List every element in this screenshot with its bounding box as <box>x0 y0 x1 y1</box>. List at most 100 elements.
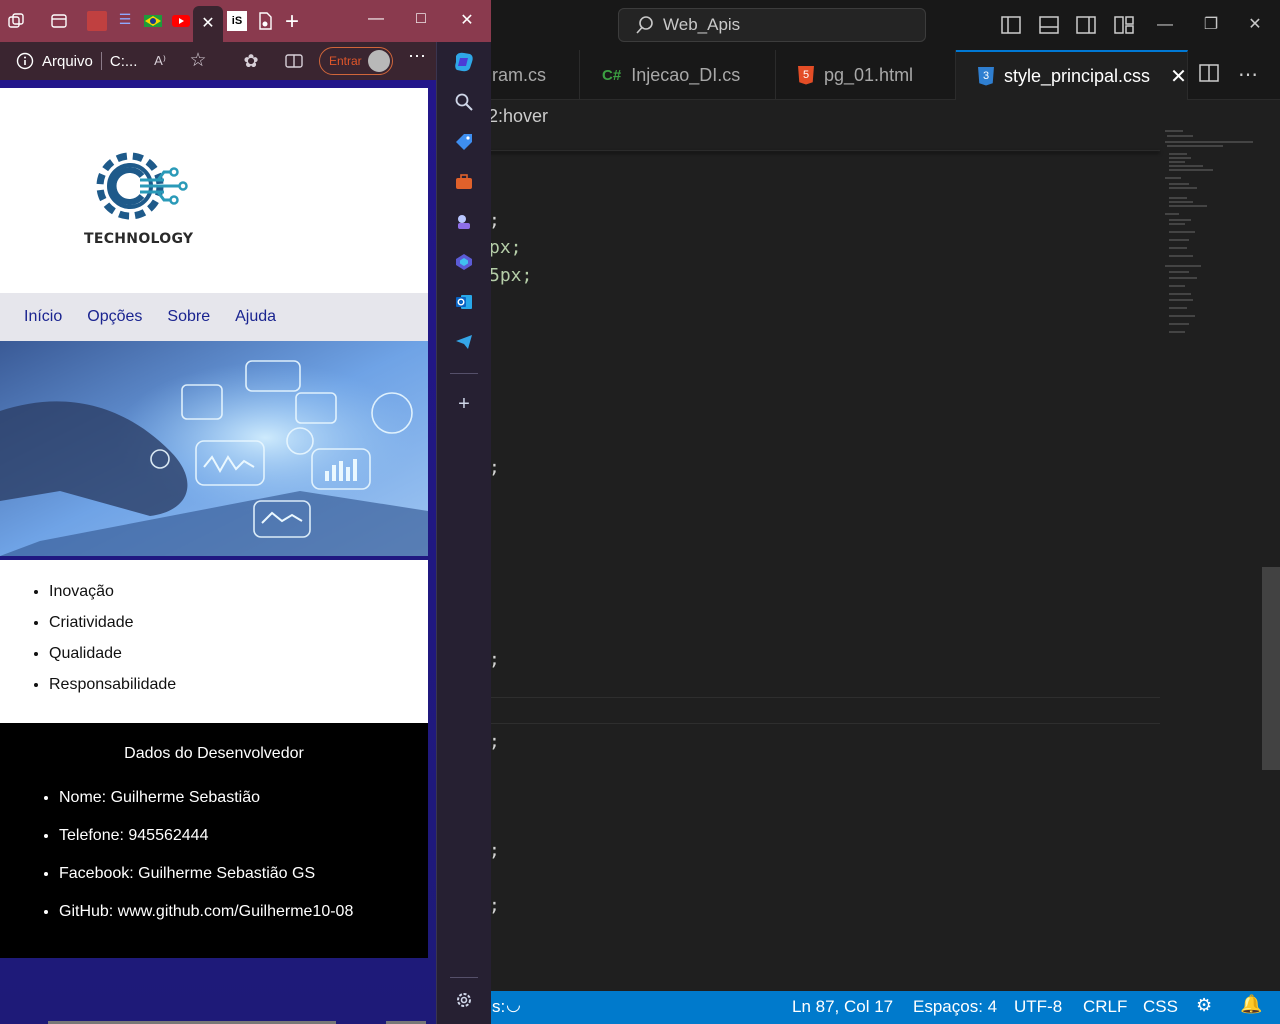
file-tab-icon[interactable] <box>255 11 275 31</box>
editor-divider <box>488 723 1160 724</box>
tab-pg-01-html[interactable]: 5 pg_01.html <box>776 50 956 100</box>
vscode-close-button[interactable]: ✕ <box>1240 12 1270 38</box>
search-icon <box>636 16 653 34</box>
profile-avatar-icon <box>368 50 390 72</box>
pdf-tab-icon[interactable] <box>87 11 107 31</box>
developer-list: Nome: Guilherme Sebastião Telefone: 9455… <box>59 789 353 941</box>
more-actions-icon[interactable]: ⋯ <box>1238 62 1258 87</box>
youtube-tab-icon[interactable] <box>171 11 191 31</box>
list-item: Qualidade <box>49 645 176 676</box>
vscode-tab-icon[interactable]: ☰ <box>115 11 135 31</box>
edge-window: ☰ ✕ iS + — □ ✕ Arquivo C:... A⁾ ☆ ✿ Entr… <box>0 0 491 1024</box>
hero-technology-image <box>0 341 428 556</box>
outlook-icon[interactable] <box>454 292 474 312</box>
toggle-secondary-sidebar-icon[interactable] <box>1075 14 1097 36</box>
search-icon[interactable] <box>454 92 474 112</box>
csharp-file-icon: C# <box>602 66 622 84</box>
sign-in-button[interactable]: Entrar <box>319 47 393 75</box>
toggle-panel-icon[interactable] <box>1038 14 1060 36</box>
read-aloud-icon[interactable]: A⁾ <box>150 51 170 71</box>
info-icon[interactable] <box>16 52 34 70</box>
edge-minimize-button[interactable]: — <box>364 10 388 28</box>
microsoft-365-icon[interactable] <box>454 252 474 272</box>
sidebar-settings-gear-icon[interactable] <box>454 990 474 1010</box>
command-center-search[interactable]: Web_Apis <box>618 8 926 42</box>
sign-in-label: Entrar <box>329 54 362 68</box>
tab-style-principal-css[interactable]: 3 style_principal.css ✕ <box>956 50 1188 100</box>
list-item: Facebook: Guilherme Sebastião GS <box>59 865 353 903</box>
games-icon[interactable] <box>454 212 474 232</box>
nav-link-opcoes[interactable]: Opções <box>87 308 142 326</box>
developer-footer: Dados do Desenvolvedor Nome: Guilherme S… <box>0 723 428 958</box>
file-encoding[interactable]: UTF-8 <box>1014 997 1062 1017</box>
code-fragment: px; <box>489 237 522 258</box>
customize-layout-icon[interactable] <box>1113 14 1135 36</box>
workspaces-icon[interactable] <box>7 11 27 31</box>
list-item: GitHub: www.github.com/Guilherme10-08 <box>59 903 353 941</box>
site-header: TECHNOLOGY <box>0 88 428 293</box>
browser-tabstrip: ☰ ✕ iS + — □ ✕ <box>0 0 491 42</box>
sidebar-divider <box>450 977 478 978</box>
minimap[interactable] <box>1163 128 1258 338</box>
split-screen-icon[interactable] <box>284 51 304 71</box>
nav-link-sobre[interactable]: Sobre <box>167 308 210 326</box>
close-tab-icon[interactable]: ✕ <box>1170 64 1187 89</box>
technology-gear-logo-icon <box>96 152 188 220</box>
values-section: Inovação Criatividade Qualidade Responsa… <box>0 560 428 723</box>
notifications-bell-icon[interactable]: 🔔 <box>1240 994 1262 1015</box>
list-item: Telefone: 945562444 <box>59 827 353 865</box>
new-tab-icon[interactable]: + <box>285 8 299 36</box>
list-item: Inovação <box>49 583 176 614</box>
address-separator <box>100 52 102 70</box>
tab-label: ram.cs <box>492 64 546 85</box>
loading-spinner-icon: ◡ <box>506 995 521 1014</box>
editor-scrollbar[interactable] <box>1262 567 1280 770</box>
tab-injecao-di-cs[interactable]: C# Injecao_DI.cs <box>580 50 776 100</box>
site-info-label: Arquivo <box>42 52 93 70</box>
add-sidebar-app-icon[interactable]: + <box>454 394 474 414</box>
nav-link-ajuda[interactable]: Ajuda <box>235 308 276 326</box>
edge-sidebar: + <box>436 42 491 1024</box>
end-of-line[interactable]: CRLF <box>1083 997 1127 1017</box>
nav-link-inicio[interactable]: Início <box>24 308 62 326</box>
editor-sticky-divider <box>488 150 1160 151</box>
sidebar-divider <box>450 373 478 374</box>
edge-restore-button[interactable]: □ <box>409 10 433 28</box>
shopping-tag-icon[interactable] <box>454 132 474 152</box>
site-nav: Início Opções Sobre Ajuda <box>0 293 428 341</box>
status-left-text[interactable]: s: <box>492 997 505 1017</box>
vscode-minimize-button[interactable]: — <box>1150 12 1180 38</box>
brazil-flag-tab-icon[interactable] <box>143 11 163 31</box>
values-list: Inovação Criatividade Qualidade Responsa… <box>49 583 176 707</box>
copilot-icon[interactable] <box>452 50 476 74</box>
send-telegram-icon[interactable] <box>454 332 474 352</box>
list-item: Criatividade <box>49 614 176 645</box>
cursor-position[interactable]: Ln 87, Col 17 <box>792 997 893 1017</box>
editor-actions: ⋯ <box>1198 62 1258 87</box>
settings-more-icon[interactable]: ⋯ <box>408 46 427 67</box>
address-url: C:... <box>109 52 138 70</box>
csharp-devkit-icon[interactable]: ⚙ <box>1196 995 1212 1016</box>
split-editor-icon[interactable] <box>1198 62 1220 84</box>
developer-title: Dados do Desenvolvedor <box>124 745 304 762</box>
logo-text: TECHNOLOGY <box>84 231 194 247</box>
list-item: Nome: Guilherme Sebastião <box>59 789 353 827</box>
css3-file-icon: 3 <box>978 66 994 86</box>
tools-briefcase-icon[interactable] <box>454 172 474 192</box>
editor-divider <box>488 697 1160 698</box>
favorite-star-icon[interactable]: ☆ <box>188 51 208 71</box>
edge-close-button[interactable]: ✕ <box>455 10 479 30</box>
webpage: TECHNOLOGY Início Opções Sobre Ajuda • I… <box>0 80 436 1024</box>
vscode-restore-button[interactable]: ❐ <box>1196 12 1226 38</box>
list-item: Responsabilidade <box>49 676 176 707</box>
indentation[interactable]: Espaços: 4 <box>913 997 997 1017</box>
extensions-icon[interactable]: ✿ <box>241 51 261 71</box>
language-mode[interactable]: CSS <box>1143 997 1178 1017</box>
tab-label: style_principal.css <box>1004 65 1151 86</box>
tab-actions-icon[interactable] <box>49 11 69 31</box>
toggle-primary-sidebar-icon[interactable] <box>1000 14 1022 36</box>
is-tab-icon[interactable]: iS <box>227 11 247 31</box>
search-text: Web_Apis <box>663 15 741 34</box>
breadcrumb[interactable]: 2:hover <box>488 106 548 127</box>
active-tab-close-icon[interactable]: ✕ <box>193 6 223 42</box>
